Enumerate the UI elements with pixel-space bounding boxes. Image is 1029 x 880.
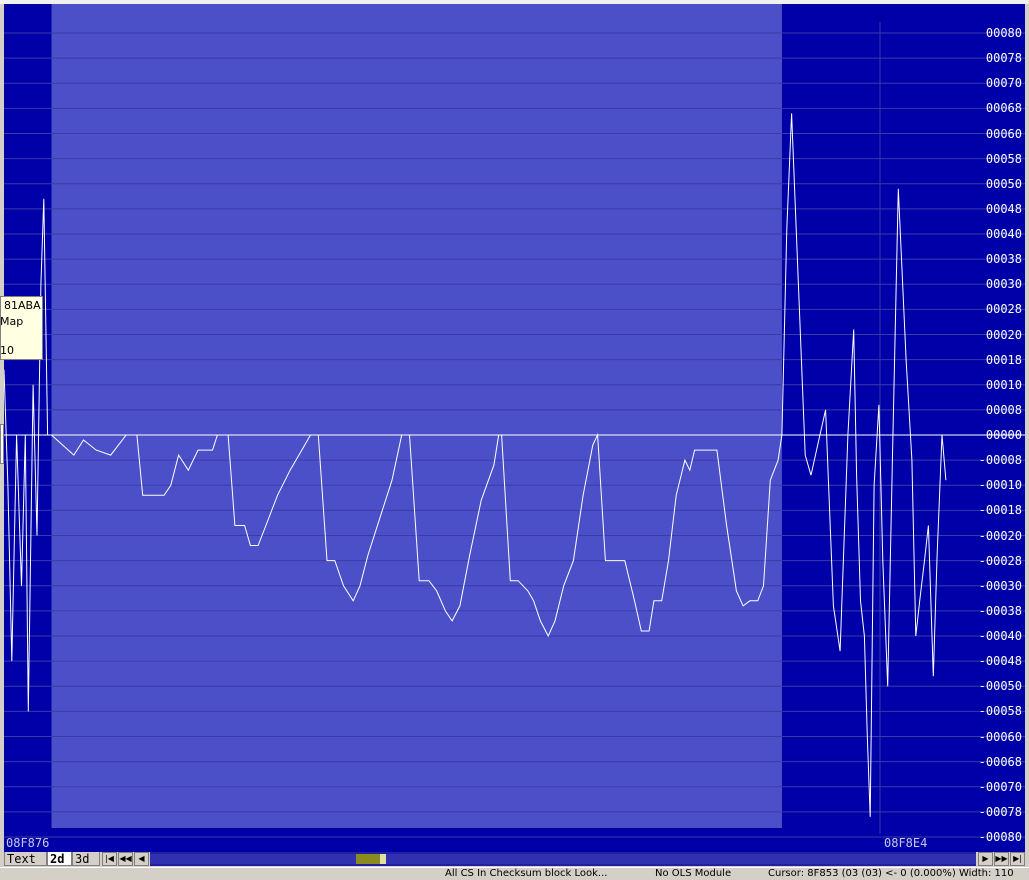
status-segment-2: No OLS Module [655, 868, 732, 879]
y-tick-label: -00030 [978, 578, 1022, 593]
address-left-label: 08F876 [6, 836, 50, 850]
map-tooltip: 81ABA Map 10 [0, 296, 43, 360]
y-tick-label: -00080 [978, 830, 1022, 844]
tab-3d[interactable]: 3d [72, 852, 100, 866]
tooltip-line-3: 10 [0, 344, 14, 357]
y-tick-label: -00070 [978, 779, 1022, 794]
graph-frame: 00080 00078 00070 00068 00060 00058 00050 00048… [0, 4, 1029, 852]
tooltip-line-1: 81ABA [4, 299, 41, 312]
first-icon[interactable]: |◀ [102, 852, 117, 866]
next-icon[interactable]: ▶ [978, 852, 993, 866]
status-segment-1: All CS In Checksum block Look... [445, 868, 608, 879]
y-tick-label: 00070 [985, 76, 1022, 91]
y-tick-label: -00040 [978, 629, 1022, 643]
y-tick-label: -00018 [978, 503, 1022, 518]
status-segment-3: Cursor: 8F853 (03 (03) <- 0 (0.000%) Wid… [768, 868, 1014, 879]
y-tick-label: -00008 [978, 453, 1022, 468]
y-tick-label: -00050 [978, 679, 1022, 694]
scroll-thumb[interactable] [380, 854, 386, 864]
address-right-label: 08F8E4 [884, 836, 928, 850]
y-tick-label: 00000 [985, 428, 1022, 442]
prev-page-icon[interactable]: ◀◀ [118, 852, 133, 866]
line-chart[interactable] [4, 4, 1025, 852]
y-tick-label: 00068 [985, 101, 1022, 116]
y-tick-label: -00058 [978, 704, 1022, 719]
y-tick-label: 00020 [985, 327, 1022, 342]
y-tick-label: 00028 [985, 302, 1022, 317]
y-tick-label: 00038 [985, 252, 1022, 267]
y-tick-label: -00020 [978, 528, 1022, 543]
y-tick-label: 00078 [985, 51, 1022, 66]
y-tick-label: -00060 [978, 729, 1022, 744]
y-tick-label: 00040 [985, 227, 1022, 241]
y-tick-label: -00038 [978, 603, 1022, 618]
tab-text[interactable]: Text [4, 852, 47, 866]
edge-marker [0, 424, 4, 464]
y-tick-label: 00050 [985, 176, 1022, 191]
y-tick-label: 00010 [985, 377, 1022, 392]
y-tick-label: 00060 [985, 126, 1022, 141]
last-icon[interactable]: ▶| [1010, 852, 1025, 866]
y-tick-label: -00010 [978, 478, 1022, 493]
selection-highlight[interactable] [51, 4, 782, 828]
y-tick-label: -00078 [978, 804, 1022, 819]
y-tick-label: 00008 [985, 402, 1022, 417]
y-tick-label: -00068 [978, 754, 1022, 769]
horizontal-scrollbar[interactable] [150, 852, 976, 866]
prev-icon[interactable]: ◀ [134, 852, 149, 866]
y-tick-label: 00080 [985, 26, 1022, 40]
tab-2d[interactable]: 2d [47, 852, 72, 866]
2d-graph-area[interactable]: 00080 00078 00070 00068 00060 00058 00050 00048… [4, 4, 1025, 852]
next-page-icon[interactable]: ▶▶ [994, 852, 1009, 866]
status-bar: All CS In Checksum block Look... No OLS … [0, 867, 1029, 880]
y-tick-label: 00048 [985, 201, 1022, 216]
y-tick-label: -00028 [978, 553, 1022, 568]
scroll-track[interactable] [150, 854, 976, 864]
y-tick-label: 00030 [985, 277, 1022, 292]
view-tab-bar: Text 2d 3d |◀ ◀◀ ◀ ▶ ▶▶ ▶| [0, 852, 1029, 867]
tooltip-line-2: Map [0, 315, 24, 328]
y-tick-label: 00058 [985, 151, 1022, 166]
y-tick-label: 00018 [985, 352, 1022, 367]
y-tick-label: -00048 [978, 654, 1022, 669]
